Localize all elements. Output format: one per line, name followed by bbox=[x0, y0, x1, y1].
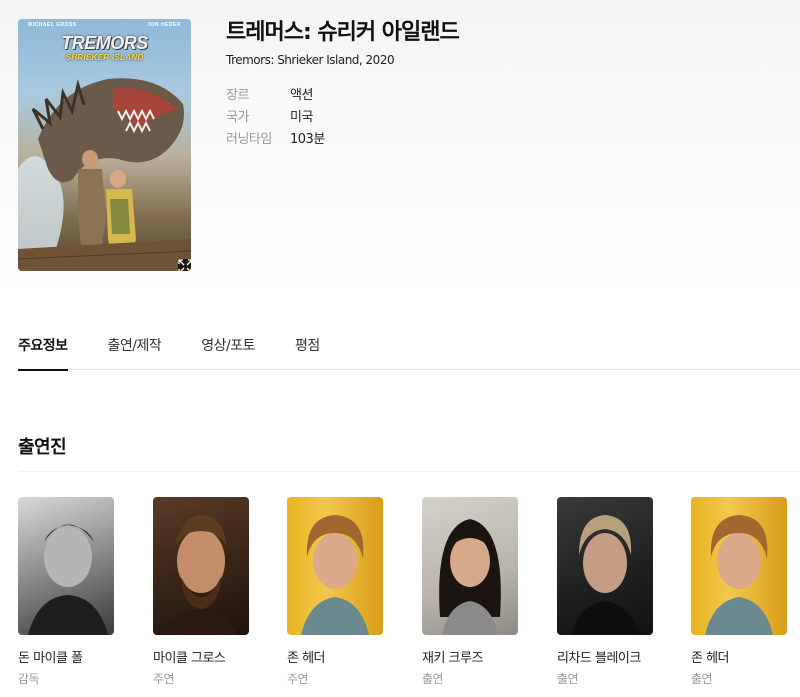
cast-name: 존 헤더 bbox=[287, 651, 326, 666]
cast-role: 출연 bbox=[422, 672, 444, 686]
poster-credit-left: MICHAEL GROSS bbox=[28, 22, 77, 28]
tab-ratings[interactable]: 평점 bbox=[295, 333, 320, 370]
cast-role: 출연 bbox=[691, 672, 713, 686]
divider bbox=[18, 471, 800, 472]
movie-original-title: Tremors: Shrieker Island, 2020 bbox=[226, 53, 395, 67]
poster-credits: MICHAEL GROSS JON HEDER bbox=[18, 22, 191, 28]
cast-role: 주연 bbox=[287, 672, 309, 686]
movie-info: 트레머스: 슈리커 아일랜드 Tremors: Shrieker Island,… bbox=[226, 18, 460, 148]
person-photo-icon bbox=[301, 515, 369, 635]
cast-photo bbox=[153, 497, 249, 635]
expand-icon bbox=[178, 259, 191, 271]
cast-role: 감독 bbox=[18, 672, 40, 686]
cast-photo bbox=[691, 497, 787, 635]
cast-name: 재키 크루즈 bbox=[422, 651, 483, 666]
cast-card[interactable]: 존 헤더 출연 bbox=[691, 497, 787, 687]
person-photo-icon bbox=[165, 515, 237, 635]
cast-card[interactable]: 리차드 블레이크 출연 bbox=[557, 497, 653, 687]
movie-poster[interactable]: MICHAEL GROSS JON HEDER TREMORS SHRIEKER… bbox=[18, 19, 191, 271]
cast-photo bbox=[557, 497, 653, 635]
cast-card[interactable]: 존 헤더 주연 bbox=[287, 497, 383, 687]
tab-main-info[interactable]: 주요정보 bbox=[18, 333, 68, 371]
cast-name: 리차드 블레이크 bbox=[557, 651, 641, 666]
cast-name: 돈 마이클 폴 bbox=[18, 651, 83, 666]
cast-card[interactable]: 마이클 그로스 주연 bbox=[153, 497, 249, 687]
person-photo-icon bbox=[571, 515, 639, 635]
meta-row-genre: 장르 액션 bbox=[226, 82, 459, 104]
cast-section-title: 출연진 bbox=[18, 437, 67, 458]
cast-card[interactable]: 돈 마이클 폴 감독 bbox=[18, 497, 114, 687]
meta-value: 액션 bbox=[290, 87, 313, 103]
poster-credit-right: JON HEDER bbox=[147, 22, 181, 28]
meta-value: 103분 bbox=[290, 131, 325, 147]
person-photo-icon bbox=[28, 524, 108, 635]
cast-photo bbox=[422, 497, 518, 635]
cast-role: 주연 bbox=[153, 672, 175, 686]
meta-key: 러닝타임 bbox=[226, 131, 272, 147]
cast-photo bbox=[287, 497, 383, 635]
poster-subtitle: SHRIEKER ISLAND bbox=[65, 53, 144, 62]
person-photo-icon bbox=[705, 515, 773, 635]
meta-row-country: 국가 미국 bbox=[226, 104, 459, 126]
tab-bar: 주요정보 출연/제작 영상/포토 평점 bbox=[18, 333, 800, 371]
cast-role: 출연 bbox=[557, 672, 579, 686]
tab-video-photo[interactable]: 영상/포토 bbox=[201, 333, 255, 370]
poster-title: TREMORS bbox=[61, 33, 148, 53]
cast-name: 존 헤더 bbox=[691, 651, 730, 666]
movie-title: 트레머스: 슈리커 아일랜드 bbox=[226, 20, 460, 45]
meta-row-runtime: 러닝타임 103분 bbox=[226, 126, 459, 148]
meta-key: 장르 bbox=[226, 87, 249, 103]
movie-meta: 장르 액션 국가 미국 러닝타임 103분 bbox=[226, 82, 459, 148]
tab-cast-crew[interactable]: 출연/제작 bbox=[108, 333, 162, 370]
person-photo-icon bbox=[439, 519, 501, 635]
meta-key: 국가 bbox=[226, 109, 249, 125]
cast-card[interactable]: 재키 크루즈 출연 bbox=[422, 497, 518, 687]
cast-photo bbox=[18, 497, 114, 635]
expand-poster-button[interactable] bbox=[178, 259, 191, 271]
cast-name: 마이클 그로스 bbox=[153, 651, 226, 666]
meta-value: 미국 bbox=[290, 109, 313, 125]
